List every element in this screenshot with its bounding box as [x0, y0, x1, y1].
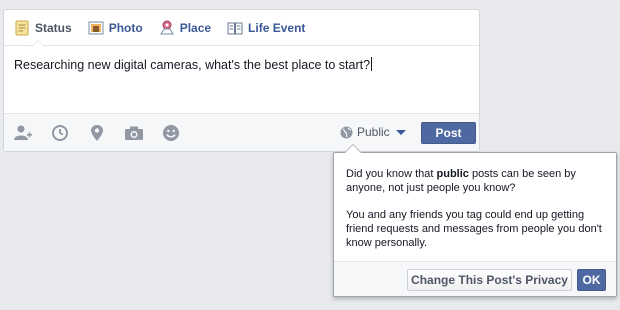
status-icon: [15, 20, 29, 35]
text-caret: [371, 57, 373, 71]
camera-icon: [125, 126, 143, 140]
tooltip-body: Did you know that public posts can be se…: [334, 153, 616, 250]
privacy-label: Public: [357, 125, 390, 139]
composer-footer: Public Post: [4, 113, 479, 151]
feeling-button[interactable]: [160, 122, 182, 144]
photo-icon: [88, 21, 104, 34]
location-button[interactable]: [86, 122, 108, 144]
smiley-icon: [163, 124, 179, 141]
tab-place[interactable]: Place: [159, 10, 211, 46]
schedule-button[interactable]: [49, 122, 71, 144]
tooltip-text-bold: public: [436, 168, 469, 180]
clock-icon: [52, 124, 68, 141]
tab-photo-label: Photo: [108, 20, 143, 35]
tooltip-footer: Change This Post's Privacy OK: [334, 261, 616, 296]
tag-friends-button[interactable]: [12, 122, 34, 144]
tab-life-event[interactable]: Life Event: [227, 10, 305, 46]
tab-status[interactable]: Status: [14, 10, 72, 47]
tab-life-event-label: Life Event: [248, 20, 306, 35]
photo-button[interactable]: [123, 122, 145, 144]
chevron-down-icon: [395, 129, 406, 135]
status-composer: Status Photo Place Life Event Researchin…: [3, 9, 480, 152]
change-privacy-button[interactable]: Change This Post's Privacy: [407, 269, 572, 291]
place-icon: [159, 20, 174, 34]
tooltip-text-pre: Did you know that: [346, 168, 437, 180]
location-pin-icon: [91, 124, 103, 141]
tab-place-label: Place: [179, 20, 212, 35]
life-event-icon: [227, 22, 243, 34]
post-button[interactable]: Post: [421, 122, 476, 144]
tab-status-label: Status: [35, 20, 72, 35]
tab-photo[interactable]: Photo: [88, 10, 143, 46]
status-text: Researching new digital cameras, what's …: [14, 58, 371, 72]
tag-friends-icon: [14, 125, 32, 140]
privacy-tooltip: Did you know that public posts can be se…: [333, 144, 617, 297]
composer-tabs: Status Photo Place Life Event: [4, 10, 479, 47]
status-text-input[interactable]: Researching new digital cameras, what's …: [4, 46, 479, 114]
globe-icon: [340, 126, 353, 138]
privacy-selector[interactable]: Public: [340, 125, 406, 139]
ok-button[interactable]: OK: [577, 269, 606, 291]
tooltip-message-2: You and any friends you tag could end up…: [346, 209, 602, 249]
tooltip-message-1: Did you know that public posts can be se…: [346, 167, 604, 195]
